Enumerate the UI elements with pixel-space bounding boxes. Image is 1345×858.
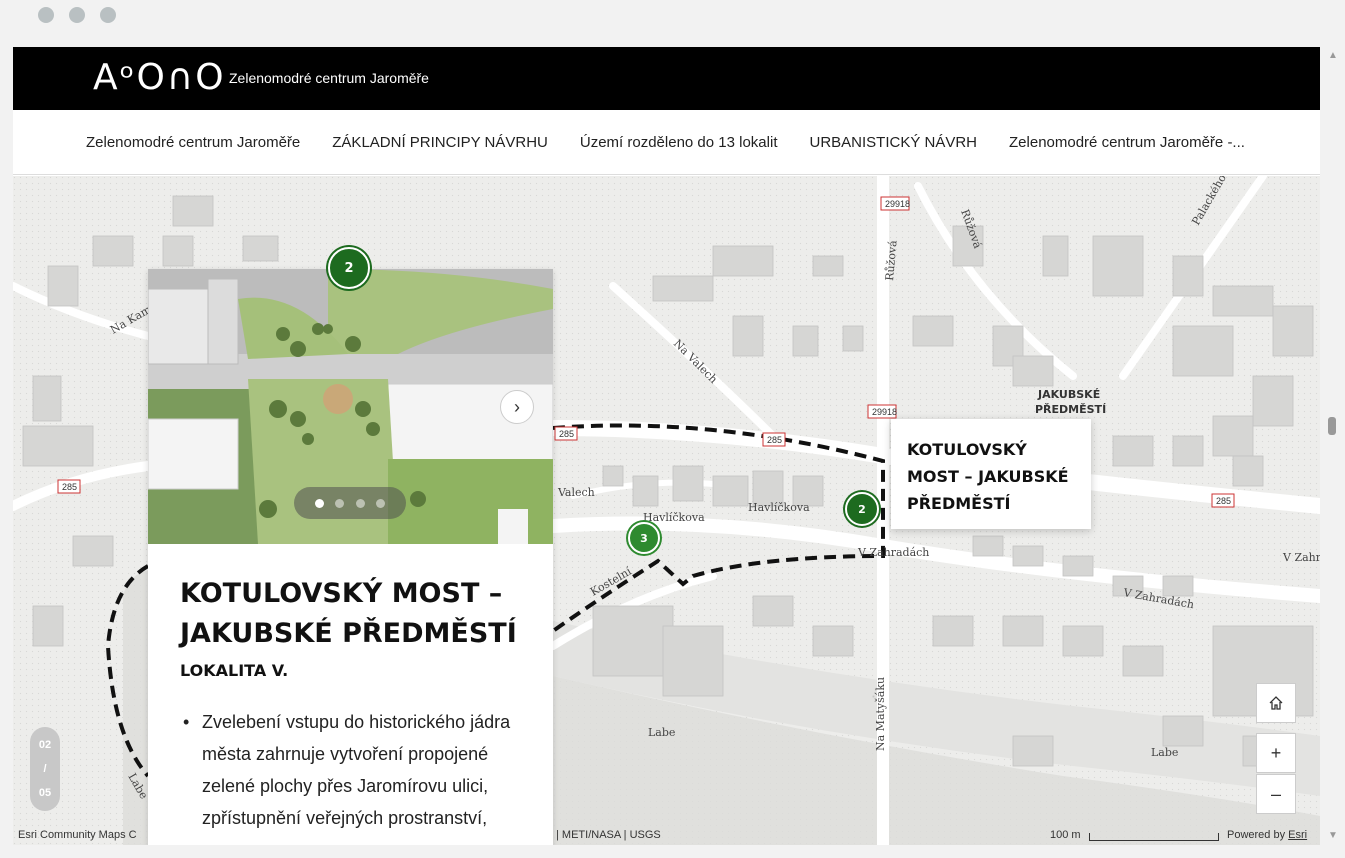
scroll-up-icon[interactable]: ▲ xyxy=(1328,50,1338,61)
map-cluster-marker[interactable]: 3 xyxy=(628,522,660,554)
esri-link[interactable]: Esri xyxy=(1288,829,1307,841)
slide-separator: / xyxy=(43,763,47,775)
carousel-dot[interactable] xyxy=(315,498,325,508)
story-card: › KOTULOVSKÝ MOST – JAKUBSKÉ PŘEDMĚSTÍ L… xyxy=(148,269,553,845)
next-image-button[interactable]: › xyxy=(500,390,534,424)
list-item: Zvelebení vstupu do historického jádra m… xyxy=(180,706,530,834)
map-cluster-marker[interactable]: 2 xyxy=(845,492,879,526)
street-label: V Zahradách xyxy=(857,546,929,559)
scale-bar xyxy=(1089,833,1219,841)
map-popup[interactable]: KOTULOVSKÝ MOST – JAKUBSKÉ PŘEDMĚSTÍ xyxy=(891,419,1091,529)
card-subtitle: LOKALITA V. xyxy=(180,661,289,680)
river-label: Labe xyxy=(1151,746,1178,759)
site-header: AᵒO∩O Zelenomodré centrum Jaroměře xyxy=(13,47,1320,110)
scroll-down-icon[interactable]: ▼ xyxy=(1328,830,1338,841)
window-dot xyxy=(100,7,116,23)
window-dot xyxy=(69,7,85,23)
road-shield: 285 xyxy=(767,435,782,445)
chevron-right-icon: › xyxy=(514,396,520,417)
scroll-thumb[interactable] xyxy=(1328,417,1336,435)
street-label: Valech xyxy=(557,486,595,499)
street-label: V Zahr xyxy=(1282,551,1320,564)
road-shield: 285 xyxy=(1216,496,1231,506)
nav-item-urban-design[interactable]: URBANISTICKÝ NÁVRH xyxy=(809,134,977,151)
street-label: Na Matyšáku xyxy=(874,677,887,751)
carousel-dot[interactable] xyxy=(355,498,365,508)
nav-item-localities[interactable]: Území rozděleno do 13 lokalit xyxy=(580,134,778,151)
slide-total: 05 xyxy=(38,787,52,799)
nav-item-more[interactable]: Zelenomodré centrum Jaroměře -... xyxy=(1009,134,1245,151)
zoom-out-button[interactable]: – xyxy=(1256,774,1296,814)
map-cluster-marker[interactable]: 2 xyxy=(328,247,370,289)
road-shield: 285 xyxy=(559,429,574,439)
river-label: Labe xyxy=(648,726,675,739)
site-title: Zelenomodré centrum Jaroměře xyxy=(229,70,429,86)
story-frame: AᵒO∩O Zelenomodré centrum Jaroměře Zelen… xyxy=(13,47,1320,845)
road-shield: 29918 xyxy=(872,407,897,417)
district-label: JAKUBSKÉ xyxy=(1037,388,1100,401)
card-bullet-list: Zvelebení vstupu do historického jádra m… xyxy=(180,706,530,834)
logo[interactable]: AᵒO∩O xyxy=(93,57,226,98)
card-title: KOTULOVSKÝ MOST – JAKUBSKÉ PŘEDMĚSTÍ xyxy=(180,578,517,649)
home-button[interactable] xyxy=(1256,683,1296,723)
carousel-dot[interactable] xyxy=(375,498,385,508)
window-controls xyxy=(38,7,116,23)
nav-item-intro[interactable]: Zelenomodré centrum Jaroměře xyxy=(86,134,300,151)
home-icon xyxy=(1269,696,1283,710)
powered-by: Powered by Esri xyxy=(1227,829,1307,841)
slide-current: 02 xyxy=(38,739,52,751)
page-scrollbar[interactable]: ▲ ▼ xyxy=(1320,47,1345,845)
powered-by-text: Powered by xyxy=(1227,829,1286,841)
road-shield: 29918 xyxy=(885,199,910,209)
map-attribution: Esri Community Maps C | METI/NASA | USGS… xyxy=(13,827,1320,845)
window-dot xyxy=(38,7,54,23)
map-view[interactable]: 29918 29918 285 285 285 285 Havlíčkova H… xyxy=(13,176,1320,845)
zoom-in-button[interactable]: + xyxy=(1256,733,1296,773)
attribution-text: | METI/NASA | USGS xyxy=(556,829,661,841)
attribution-text: Esri Community Maps C xyxy=(18,829,137,841)
street-label: Havlíčkova xyxy=(643,511,705,524)
carousel-indicators xyxy=(294,487,406,519)
scale-label: 100 m xyxy=(1050,829,1081,841)
carousel-dot[interactable] xyxy=(335,498,345,508)
street-label: Havlíčkova xyxy=(748,501,810,514)
slide-counter: 02 / 05 xyxy=(30,727,60,811)
road-shield: 285 xyxy=(62,482,77,492)
nav-item-principles[interactable]: ZÁKLADNÍ PRINCIPY NÁVRHU xyxy=(332,134,548,151)
district-label: PŘEDMĚSTÍ xyxy=(1035,403,1106,416)
story-navigation: Zelenomodré centrum Jaroměře ZÁKLADNÍ PR… xyxy=(13,110,1320,175)
